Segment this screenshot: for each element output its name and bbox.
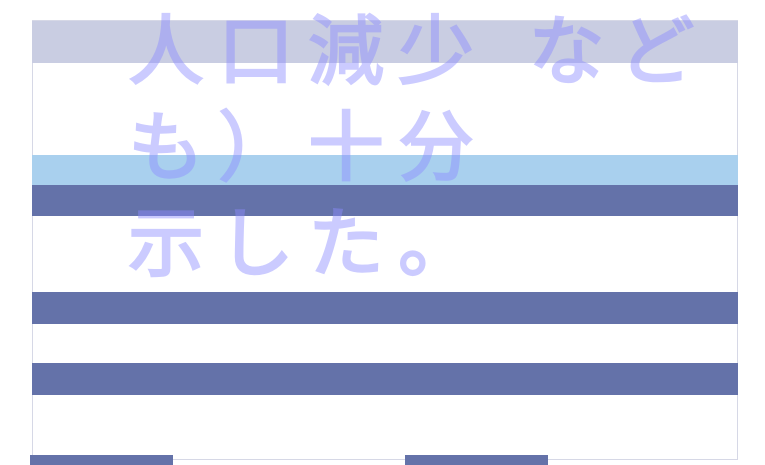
tab-right[interactable] [405,455,548,465]
section-bar [32,292,738,324]
tab-left[interactable] [30,455,173,465]
header-bar [32,21,738,63]
section-bar [32,185,738,216]
section-bar [32,363,738,395]
highlight-row [32,155,738,185]
screen: 人口減少 など も）十分 示した。 [0,0,765,465]
